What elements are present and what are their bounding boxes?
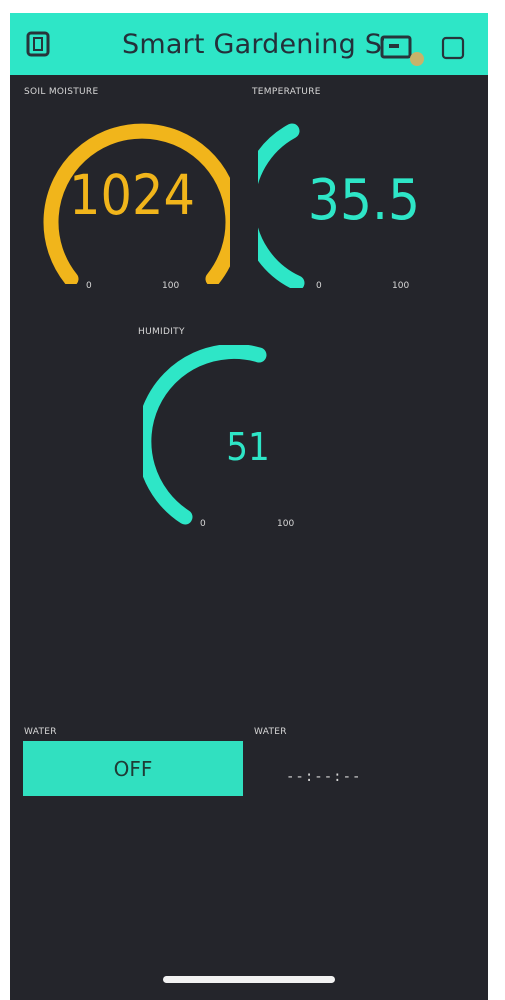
page-title: Smart Gardening Sys — [122, 29, 384, 60]
top-bar: Smart Gardening Sys — [10, 13, 488, 75]
water-timer-label: WATER — [254, 727, 287, 737]
water-timer-value: --:--:-- — [286, 769, 362, 785]
humidity-min: 0 — [200, 519, 206, 529]
device-icon[interactable] — [380, 33, 430, 73]
humidity-max: 100 — [277, 519, 295, 529]
water-button-label: WATER — [24, 727, 57, 737]
soil-moisture-max: 100 — [162, 281, 180, 291]
humidity-label: HUMIDITY — [138, 327, 185, 337]
humidity-value: 51 — [226, 425, 270, 469]
home-indicator — [163, 976, 335, 983]
soil-moisture-value: 1024 — [69, 163, 195, 227]
app-screen: Smart Gardening Sys SOIL MOISTURE 1024 0… — [10, 13, 488, 1000]
temperature-max: 100 — [392, 281, 410, 291]
temperature-min: 0 — [316, 281, 322, 291]
soil-moisture-min: 0 — [86, 281, 92, 291]
temperature-value: 35.5 — [307, 168, 421, 233]
soil-moisture-label: SOIL MOISTURE — [24, 87, 99, 97]
square-icon[interactable] — [440, 35, 468, 63]
water-off-button[interactable]: OFF — [23, 741, 243, 796]
temperature-label: TEMPERATURE — [252, 87, 321, 97]
exit-icon[interactable] — [24, 29, 54, 59]
